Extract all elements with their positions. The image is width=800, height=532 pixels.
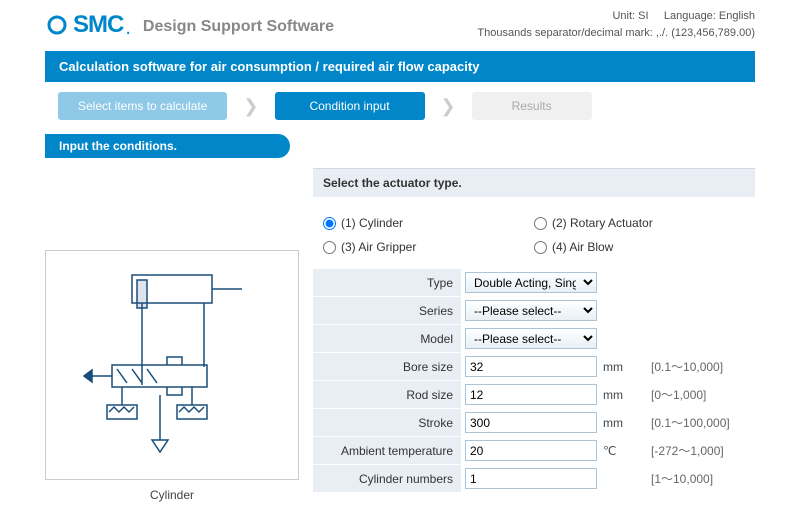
select-type[interactable]: Double Acting, Single Rod bbox=[465, 272, 597, 293]
label-cylnum: Cylinder numbers bbox=[313, 465, 461, 492]
radio-airblow[interactable]: (4) Air Blow bbox=[534, 235, 745, 259]
chevron-right-icon: ❯ bbox=[427, 96, 470, 117]
input-stroke[interactable] bbox=[465, 412, 597, 433]
section-label: Input the conditions. bbox=[45, 134, 290, 158]
unit-value[interactable]: SI bbox=[638, 10, 648, 22]
cylinder-diagram bbox=[45, 250, 299, 480]
chevron-right-icon: ❯ bbox=[229, 96, 272, 117]
radio-gripper-input[interactable] bbox=[323, 241, 336, 254]
radio-rotary[interactable]: (2) Rotary Actuator bbox=[534, 211, 745, 235]
unit-label: Unit: bbox=[612, 10, 635, 22]
step-nav: Select items to calculate ❯ Condition in… bbox=[0, 82, 800, 130]
label-type: Type bbox=[313, 269, 461, 296]
label-bore: Bore size bbox=[313, 353, 461, 380]
page-banner: Calculation software for air consumption… bbox=[45, 51, 755, 82]
radio-airblow-label: (4) Air Blow bbox=[552, 240, 613, 254]
logo-dot: . bbox=[125, 17, 131, 40]
range-rod: [0～1,000] bbox=[641, 386, 706, 403]
unit-rod: mm bbox=[601, 388, 641, 402]
row-bore: Bore size mm [0.1～10,000] bbox=[313, 353, 755, 380]
radio-cylinder-label: (1) Cylinder bbox=[341, 216, 403, 230]
lang-label: Language: bbox=[664, 10, 716, 22]
input-temp[interactable] bbox=[465, 440, 597, 461]
step-condition-input[interactable]: Condition input bbox=[275, 92, 425, 120]
label-rod: Rod size bbox=[313, 381, 461, 408]
select-model[interactable]: --Please select-- bbox=[465, 328, 597, 349]
input-rod[interactable] bbox=[465, 384, 597, 405]
label-temp: Ambient temperature bbox=[313, 437, 461, 464]
unit-bore: mm bbox=[601, 360, 641, 374]
app-title: Design Support Software bbox=[143, 18, 334, 36]
step-results[interactable]: Results bbox=[472, 92, 592, 120]
unit-stroke: mm bbox=[601, 416, 641, 430]
row-type: Type Double Acting, Single Rod bbox=[313, 269, 755, 296]
unit-temp: ℃ bbox=[601, 444, 641, 458]
diagram-panel: Cylinder bbox=[45, 168, 299, 502]
row-series: Series --Please select-- bbox=[313, 297, 755, 324]
lang-value[interactable]: English bbox=[719, 10, 755, 22]
header: SMC. Design Support Software Unit: SI La… bbox=[0, 0, 800, 47]
range-temp: [-272～1,000] bbox=[641, 442, 724, 459]
row-cylnum: Cylinder numbers [1～10,000] bbox=[313, 465, 755, 492]
range-stroke: [0.1～100,000] bbox=[641, 414, 730, 431]
row-stroke: Stroke mm [0.1～100,000] bbox=[313, 409, 755, 436]
actuator-radios: (1) Cylinder (2) Rotary Actuator (3) Air… bbox=[313, 207, 755, 269]
select-series[interactable]: --Please select-- bbox=[465, 300, 597, 321]
step-select-items[interactable]: Select items to calculate bbox=[58, 92, 227, 120]
radio-rotary-input[interactable] bbox=[534, 217, 547, 230]
form-panel: Select the actuator type. (1) Cylinder (… bbox=[313, 168, 755, 502]
logo: SMC. Design Support Software bbox=[45, 11, 334, 39]
content: Cylinder Select the actuator type. (1) C… bbox=[0, 168, 800, 502]
actuator-heading: Select the actuator type. bbox=[313, 168, 755, 197]
row-model: Model --Please select-- bbox=[313, 325, 755, 352]
radio-cylinder-input[interactable] bbox=[323, 217, 336, 230]
radio-airblow-input[interactable] bbox=[534, 241, 547, 254]
row-temp: Ambient temperature ℃ [-272～1,000] bbox=[313, 437, 755, 464]
label-series: Series bbox=[313, 297, 461, 324]
label-stroke: Stroke bbox=[313, 409, 461, 436]
range-bore: [0.1～10,000] bbox=[641, 358, 723, 375]
logo-swirl-icon bbox=[45, 13, 69, 37]
diagram-caption: Cylinder bbox=[45, 488, 299, 502]
range-cylnum: [1～10,000] bbox=[641, 470, 713, 487]
radio-cylinder[interactable]: (1) Cylinder bbox=[323, 211, 534, 235]
logo-text: SMC bbox=[73, 11, 123, 39]
radio-gripper[interactable]: (3) Air Gripper bbox=[323, 235, 534, 259]
top-meta: Unit: SI Language: English Thousands sep… bbox=[477, 8, 755, 41]
input-bore[interactable] bbox=[465, 356, 597, 377]
label-model: Model bbox=[313, 325, 461, 352]
radio-gripper-label: (3) Air Gripper bbox=[341, 240, 416, 254]
separator-note: Thousands separator/decimal mark: ,./. (… bbox=[477, 25, 755, 42]
row-rod: Rod size mm [0～1,000] bbox=[313, 381, 755, 408]
radio-rotary-label: (2) Rotary Actuator bbox=[552, 216, 653, 230]
input-cylnum[interactable] bbox=[465, 468, 597, 489]
